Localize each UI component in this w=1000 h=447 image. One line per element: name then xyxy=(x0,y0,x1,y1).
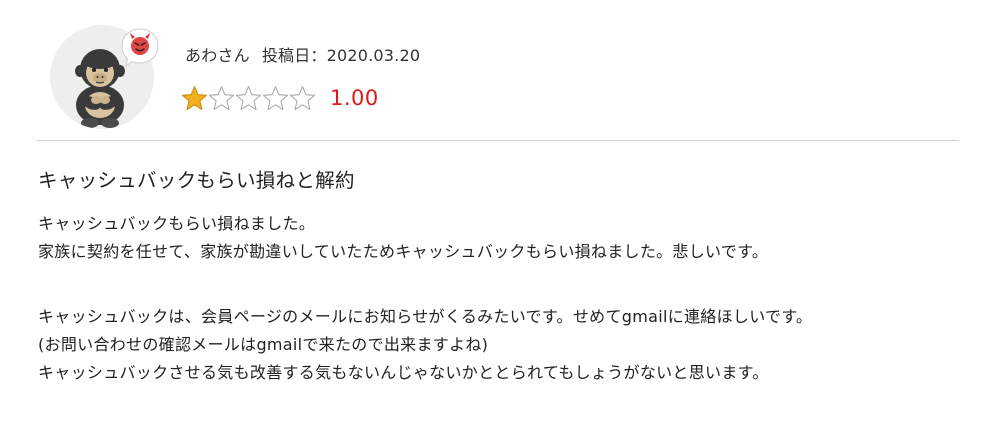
review-body-line: キャッシュバックは、会員ページのメールにお知らせがくるみたいです。せめてgmai… xyxy=(38,307,813,326)
review-title: キャッシュバックもらい損ねと解約 xyxy=(38,169,355,192)
review-body-line: キャッシュバックさせる気も改善する気もないんじゃないかととられてもしょうがないと… xyxy=(38,363,769,382)
rating: 1.00 xyxy=(181,84,379,112)
review-body-line: 家族に契約を任せて、家族が勘違いしていたためキャッシュバックもらい損ねました。悲… xyxy=(38,242,769,261)
rating-score: 1.00 xyxy=(330,86,379,110)
devil-face-icon xyxy=(121,28,159,68)
review-body: キャッシュバックもらい損ねました。 家族に契約を任せて、家族が勘違いしていたため… xyxy=(38,210,963,387)
star-rating xyxy=(181,85,316,111)
post-date: 投稿日：2020.03.20 xyxy=(261,46,421,65)
review-body-blank-line xyxy=(38,266,963,303)
star-empty-icon xyxy=(262,86,289,111)
star-filled-icon xyxy=(181,86,208,111)
review-body-line: (お問い合わせの確認メールはgmailで来たので出来ますよね) xyxy=(38,335,489,354)
star-empty-icon xyxy=(208,86,235,111)
divider xyxy=(37,140,959,141)
review-meta: あわさん 投稿日：2020.03.20 xyxy=(185,42,420,66)
reviewer-name: あわさん xyxy=(185,46,250,65)
review-header: あわさん 投稿日：2020.03.20 1.00 xyxy=(0,0,1000,140)
review-content: キャッシュバックもらい損ねと解約 キャッシュバックもらい損ねました。 家族に契約… xyxy=(38,166,963,387)
star-empty-icon xyxy=(289,86,316,111)
review-body-line: キャッシュバックもらい損ねました。 xyxy=(38,214,316,233)
star-empty-icon xyxy=(235,86,262,111)
